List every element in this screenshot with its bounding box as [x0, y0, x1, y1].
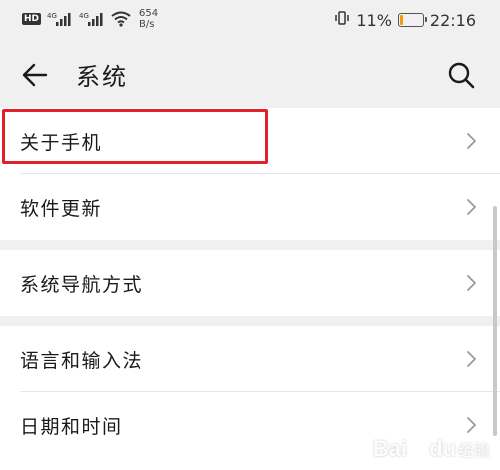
battery-percent: 11%	[356, 10, 392, 30]
page-title: 系统	[76, 63, 128, 91]
status-bar: HD 4G 4G 654 B/s 11% 22:16	[0, 0, 500, 40]
network-speed-unit: B/s	[139, 19, 155, 30]
paw-icon	[411, 441, 426, 457]
status-left: HD 4G 4G 654 B/s	[22, 8, 158, 30]
search-icon	[448, 62, 475, 89]
network-speed: 654 B/s	[139, 8, 158, 30]
clock: 22:16	[429, 10, 476, 30]
settings-item-software-update[interactable]: 软件更新	[0, 174, 500, 240]
watermark-brand: Bai	[372, 436, 408, 461]
signal-icon: 4G	[47, 11, 73, 27]
status-right: 11% 22:16	[334, 10, 476, 30]
network-speed-value: 654	[139, 8, 159, 19]
chevron-right-icon	[467, 351, 476, 367]
signal-label-1: 4G	[47, 12, 57, 20]
settings-item-label: 系统导航方式	[20, 273, 144, 296]
chevron-right-icon	[467, 133, 476, 149]
back-button[interactable]	[20, 60, 50, 90]
settings-item-label: 日期和时间	[20, 415, 123, 438]
baidu-watermark: Bai du 经验	[373, 436, 490, 462]
arrow-left-icon	[22, 63, 48, 87]
signal-label-2: 4G	[79, 12, 89, 20]
hd-badge: HD	[22, 13, 42, 25]
wifi-icon	[111, 11, 131, 27]
battery-fill	[399, 15, 403, 25]
settings-item-language-input[interactable]: 语言和输入法	[0, 326, 500, 392]
battery-icon	[397, 13, 427, 27]
highlight-annotation	[2, 109, 268, 164]
settings-item-navigation[interactable]: 系统导航方式	[0, 250, 500, 316]
chevron-right-icon	[467, 417, 476, 433]
watermark-sub: 经验	[457, 443, 490, 460]
search-button[interactable]	[446, 60, 476, 90]
watermark-brand-2: du	[429, 436, 456, 461]
signal-icon-2: 4G	[79, 11, 105, 27]
chevron-right-icon	[467, 275, 476, 291]
app-bar: 系统	[0, 40, 500, 108]
scrollbar[interactable]	[493, 206, 497, 436]
settings-group-2: 系统导航方式	[0, 250, 500, 316]
settings-item-label: 语言和输入法	[20, 349, 144, 372]
settings-item-label: 软件更新	[20, 197, 103, 220]
chevron-right-icon	[467, 199, 476, 215]
vibrate-icon	[334, 10, 350, 30]
